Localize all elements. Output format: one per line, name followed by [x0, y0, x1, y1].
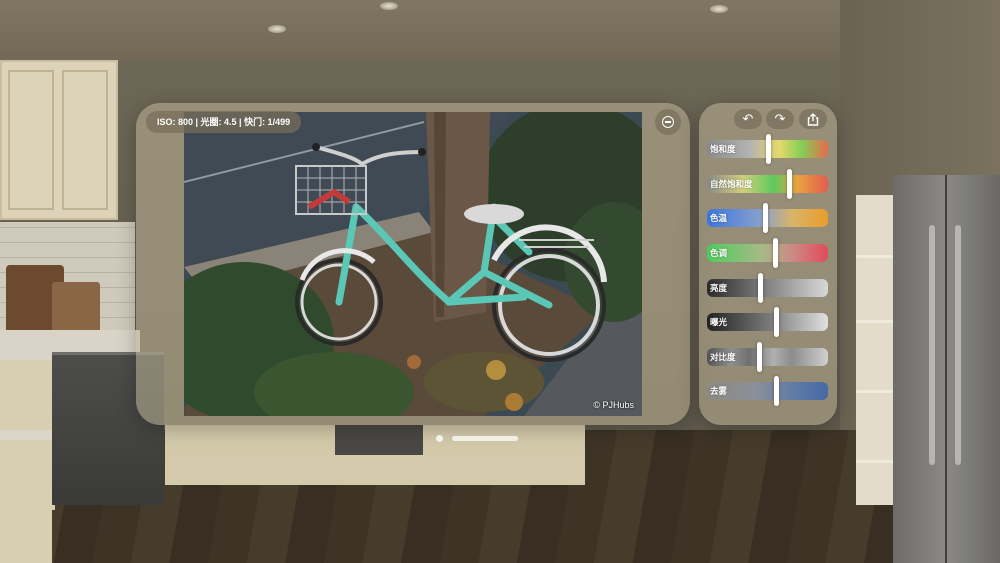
- redo-button[interactable]: ↷: [766, 109, 794, 129]
- slider-label: 去雾: [710, 386, 728, 396]
- shelf: [856, 320, 896, 323]
- fridge-handle: [955, 225, 961, 465]
- adjustments-panel: ↶ ↷ 饱和度 自然饱和度 色温 色调 亮度 曝光 对比度 去雾: [699, 103, 837, 425]
- slider-thumb[interactable]: [773, 307, 779, 337]
- share-button[interactable]: [799, 109, 827, 129]
- slider-label: 自然饱和度: [710, 179, 753, 189]
- slider-thumb[interactable]: [765, 134, 771, 164]
- refrigerator: [893, 175, 1000, 563]
- slider-brightness[interactable]: 亮度: [707, 273, 828, 303]
- bicycle-photo: [184, 112, 642, 416]
- slider-thumb[interactable]: [763, 203, 769, 233]
- slider-thumb[interactable]: [787, 169, 793, 199]
- cabinet-door: [62, 70, 108, 210]
- cabinet-door: [8, 70, 54, 210]
- slider-thumb[interactable]: [757, 342, 763, 372]
- photo-window: © PJHubs ISO: 800 | 光圈: 4.5 | 快门: 1/499: [136, 103, 690, 425]
- slider-label: 色调: [710, 248, 728, 258]
- ceiling-light: [268, 25, 286, 33]
- ceiling-light: [710, 5, 728, 13]
- slider-label: 对比度: [710, 352, 736, 362]
- oven: [335, 425, 423, 455]
- watermark: © PJHubs: [593, 400, 634, 410]
- slider-temperature[interactable]: 色温: [707, 203, 828, 233]
- slider-thumb[interactable]: [773, 376, 779, 406]
- shelf: [856, 255, 896, 258]
- cutting-board: [52, 282, 100, 337]
- window-grabber-bar[interactable]: [452, 436, 518, 441]
- slider-label: 色温: [710, 213, 728, 223]
- slider-thumb[interactable]: [772, 238, 778, 268]
- undo-button[interactable]: ↶: [734, 109, 762, 129]
- undo-arrow-icon: ↶: [742, 111, 754, 126]
- upper-cabinet: [0, 60, 118, 220]
- slider-thumb[interactable]: [758, 273, 764, 303]
- slider-exposure[interactable]: 曝光: [707, 307, 828, 337]
- ceiling-light: [380, 2, 398, 10]
- slider-saturation[interactable]: 饱和度: [707, 134, 828, 164]
- shelf: [856, 460, 896, 463]
- shelf: [856, 390, 896, 393]
- exif-info-badge: ISO: 800 | 光圈: 4.5 | 快门: 1/499: [146, 111, 302, 133]
- photo-viewer[interactable]: © PJHubs: [184, 112, 642, 416]
- slider-contrast[interactable]: 对比度: [707, 342, 828, 372]
- zoom-out-button[interactable]: [655, 109, 681, 135]
- slider-vibrance[interactable]: 自然饱和度: [707, 169, 828, 199]
- fridge-door-seam: [945, 175, 947, 563]
- fridge-handle: [929, 225, 935, 465]
- kitchen-island: [0, 430, 52, 563]
- open-shelves: [856, 195, 896, 505]
- slider-tint[interactable]: 色调: [707, 238, 828, 268]
- slider-label: 饱和度: [710, 144, 736, 154]
- redo-arrow-icon: ↷: [774, 111, 786, 126]
- share-icon: [807, 113, 819, 126]
- window-close-dot[interactable]: [436, 435, 443, 442]
- slider-label: 曝光: [710, 317, 728, 327]
- slider-label: 亮度: [710, 283, 728, 293]
- slider-dehaze[interactable]: 去雾: [707, 376, 828, 406]
